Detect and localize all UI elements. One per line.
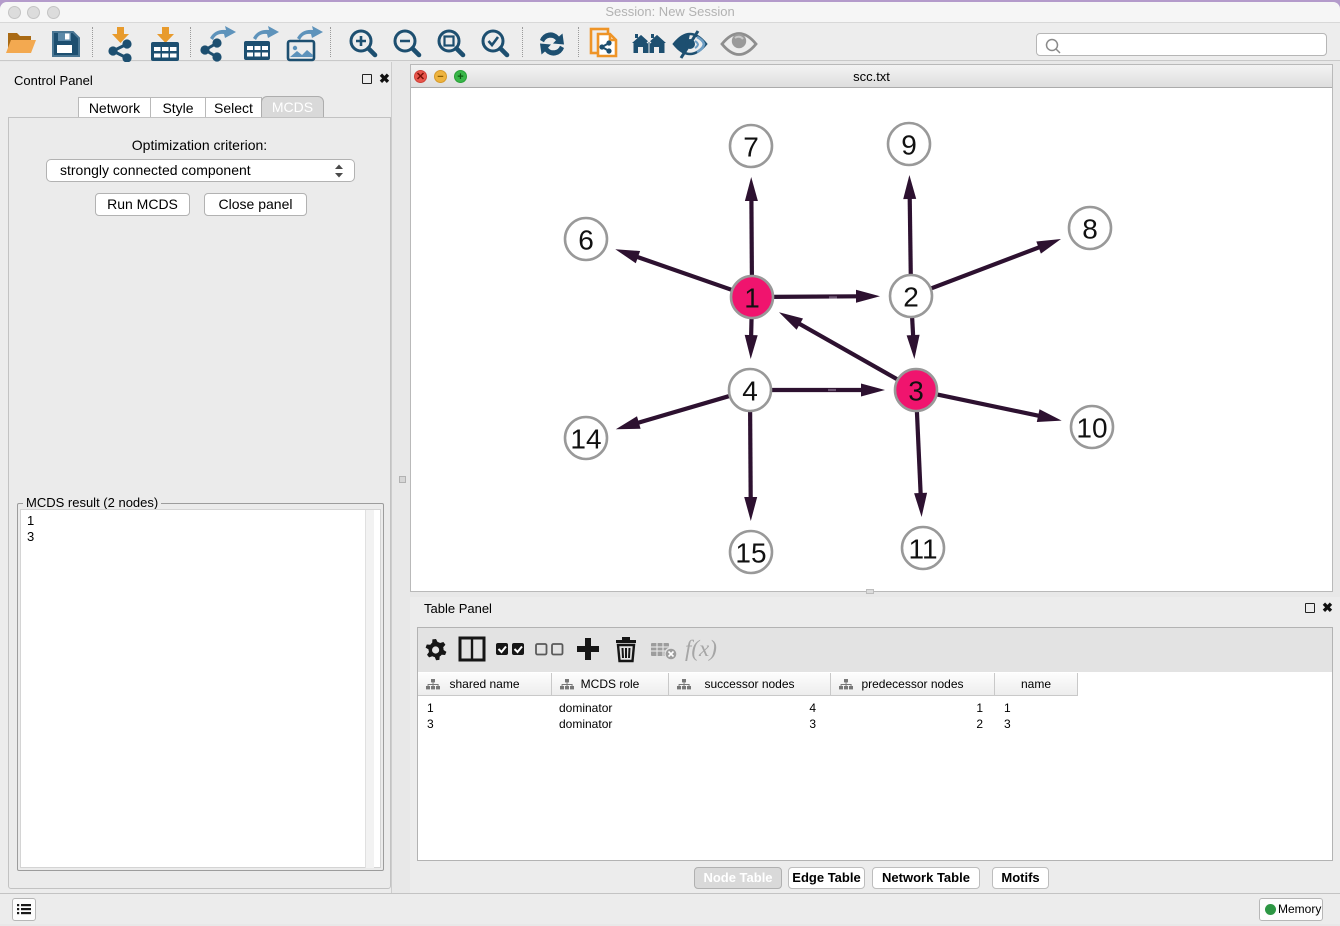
svg-text:1: 1 bbox=[744, 283, 760, 314]
svg-text:7: 7 bbox=[743, 132, 759, 163]
svg-text:15: 15 bbox=[735, 538, 766, 569]
svg-text:8: 8 bbox=[1082, 214, 1098, 245]
svg-text:11: 11 bbox=[908, 534, 937, 565]
svg-text:4: 4 bbox=[742, 376, 758, 407]
svg-text:6: 6 bbox=[578, 225, 594, 256]
svg-text:14: 14 bbox=[570, 424, 601, 455]
svg-text:10: 10 bbox=[1076, 413, 1107, 444]
svg-text:3: 3 bbox=[908, 376, 924, 407]
svg-text:2: 2 bbox=[903, 282, 919, 313]
svg-text:9: 9 bbox=[901, 130, 917, 161]
